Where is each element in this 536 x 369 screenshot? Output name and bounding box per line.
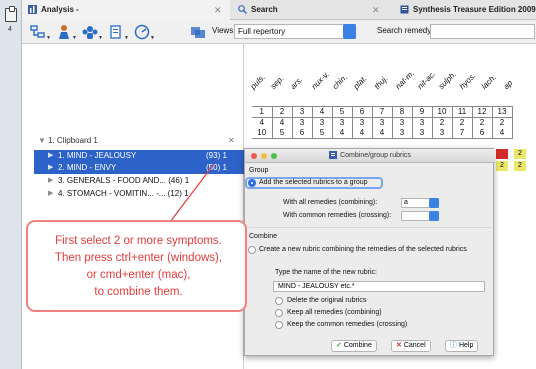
common-remedies-label: With common remedies (crossing): <box>283 212 392 219</box>
delete-original-checkbox[interactable] <box>275 297 283 305</box>
all-remedies-select[interactable]: a <box>401 198 439 208</box>
new-rubric-name-input[interactable]: MIND - JEALOUSY etc.* <box>273 281 485 292</box>
help-button[interactable]: ⓘ Help <box>445 340 479 352</box>
combine-group-dialog: Combine/group rubrics Group Add the sele… <box>244 148 495 356</box>
all-remedies-label: With all remedies (combining): <box>283 199 378 206</box>
group-radio[interactable] <box>248 179 256 187</box>
dialog-title: Combine/group rubrics <box>340 152 411 159</box>
window-icon <box>329 151 338 160</box>
cancel-button[interactable]: ✕ Cancel <box>391 340 431 352</box>
keep-all-label: Keep all remedies (combining) <box>287 309 382 316</box>
keep-common-label: Keep the common remedies (crossing) <box>287 321 408 328</box>
instruction-callout: First select 2 or more symptoms. Then pr… <box>26 220 247 312</box>
keep-common-radio[interactable] <box>275 321 283 329</box>
chevron-down-icon[interactable] <box>429 198 439 208</box>
combine-button[interactable]: ✓ Combine <box>331 340 377 352</box>
common-remedies-select[interactable] <box>401 211 439 221</box>
maximize-window-icon[interactable] <box>271 153 277 159</box>
combine-section-label: Combine <box>249 233 278 240</box>
app-window: 4 Analysis - ✕ Search ✕ Synthesis Treasu… <box>0 0 536 369</box>
cross-icon: ✕ <box>396 342 402 349</box>
callout-line: or cmd+enter (mac), <box>86 269 191 281</box>
delete-original-label: Delete the original rubrics <box>287 297 367 304</box>
minimize-window-icon[interactable] <box>261 153 267 159</box>
keep-all-radio[interactable] <box>275 309 283 317</box>
callout-line: to combine them. <box>94 286 183 298</box>
close-window-icon[interactable] <box>251 153 257 159</box>
group-section-label: Group <box>249 167 269 174</box>
divider <box>249 227 491 228</box>
chevron-down-icon[interactable] <box>429 211 439 221</box>
callout-line: First select 2 or more symptoms. <box>55 235 222 247</box>
dialog-titlebar: Combine/group rubrics <box>245 149 495 163</box>
group-option-label: Add the selected rubrics to a group <box>259 179 368 186</box>
callout-line: Then press ctrl+enter (windows), <box>54 252 223 264</box>
checkmark-icon: ✓ <box>336 342 342 349</box>
help-icon: ⓘ <box>450 342 457 349</box>
combine-radio[interactable] <box>248 246 256 254</box>
new-rubric-name-label: Type the name of the new rubric: <box>275 269 377 276</box>
combine-option-label: Create a new rubric combining the remedi… <box>259 246 467 253</box>
